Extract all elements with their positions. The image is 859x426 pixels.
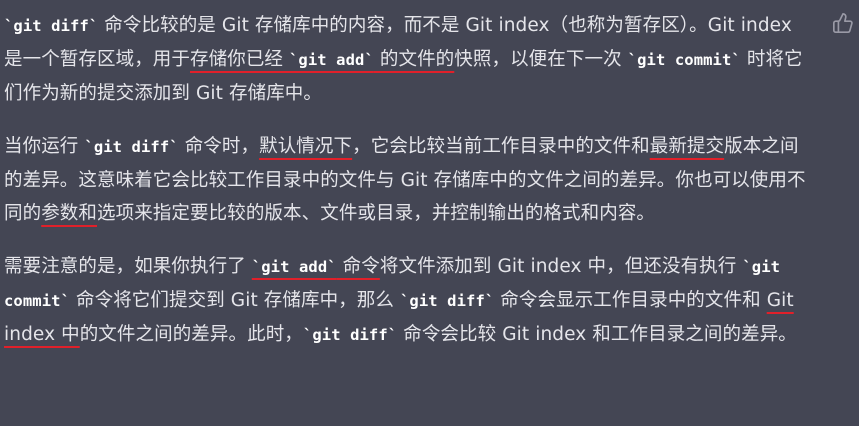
text-segment: 当你运行: [4, 136, 85, 157]
inline-code: `git diff`: [399, 292, 495, 310]
text-segment: 命令会比较 Git index 和工作目录之间的差异。: [397, 324, 797, 345]
text-segment: 将文件添加到 Git index 中，但还没有执行: [379, 256, 743, 277]
underlined-text: 参数和: [41, 203, 98, 224]
paragraph-2: 当你运行 `git diff` 命令时，默认情况下，它会比较当前工作目录中的文件…: [4, 130, 812, 230]
text-segment: 命令将它们提交到 Git 存储库中，那么: [70, 290, 400, 311]
text-segment: 需要注意的是，如果你执行了: [4, 256, 252, 277]
inline-code: `git diff`: [84, 138, 179, 156]
underlined-text: 的文件的: [373, 49, 455, 70]
inline-code: `git diff`: [4, 17, 99, 35]
text-segment: 命令时，: [178, 136, 260, 157]
inline-code: `git add`: [251, 258, 337, 276]
inline-code: `git commit`: [627, 51, 741, 69]
inline-code: `git diff`: [302, 326, 398, 344]
underlined-text: 最新提交: [649, 136, 725, 157]
paragraph-3: 需要注意的是，如果你执行了 `git add` 命令将文件添加到 Git ind…: [4, 250, 812, 352]
underlined-text: 默认情况下: [259, 136, 353, 157]
inline-code: `git add`: [289, 51, 374, 69]
text-segment: 命令会显示工作目录中的文件和: [494, 290, 767, 311]
paragraph-1: `git diff` 命令比较的是 Git 存储库中的内容，而不是 Git in…: [4, 9, 812, 110]
text-segment: ，它会比较当前工作目录中的文件和: [352, 136, 650, 157]
assistant-response: `git diff` 命令比较的是 Git 存储库中的内容，而不是 Git in…: [4, 9, 812, 372]
underlined-text: 存储你已经: [190, 49, 289, 70]
text-segment: 的文件之间的差异。此时，: [79, 324, 303, 345]
thumbs-up-icon[interactable]: [832, 12, 854, 34]
text-segment: 快照，以便在下一次: [454, 49, 628, 70]
underlined-text: 命令: [336, 256, 380, 277]
text-segment: 选项来指定要比较的版本、文件或目录，并控制输出的格式和内容。: [97, 203, 656, 224]
